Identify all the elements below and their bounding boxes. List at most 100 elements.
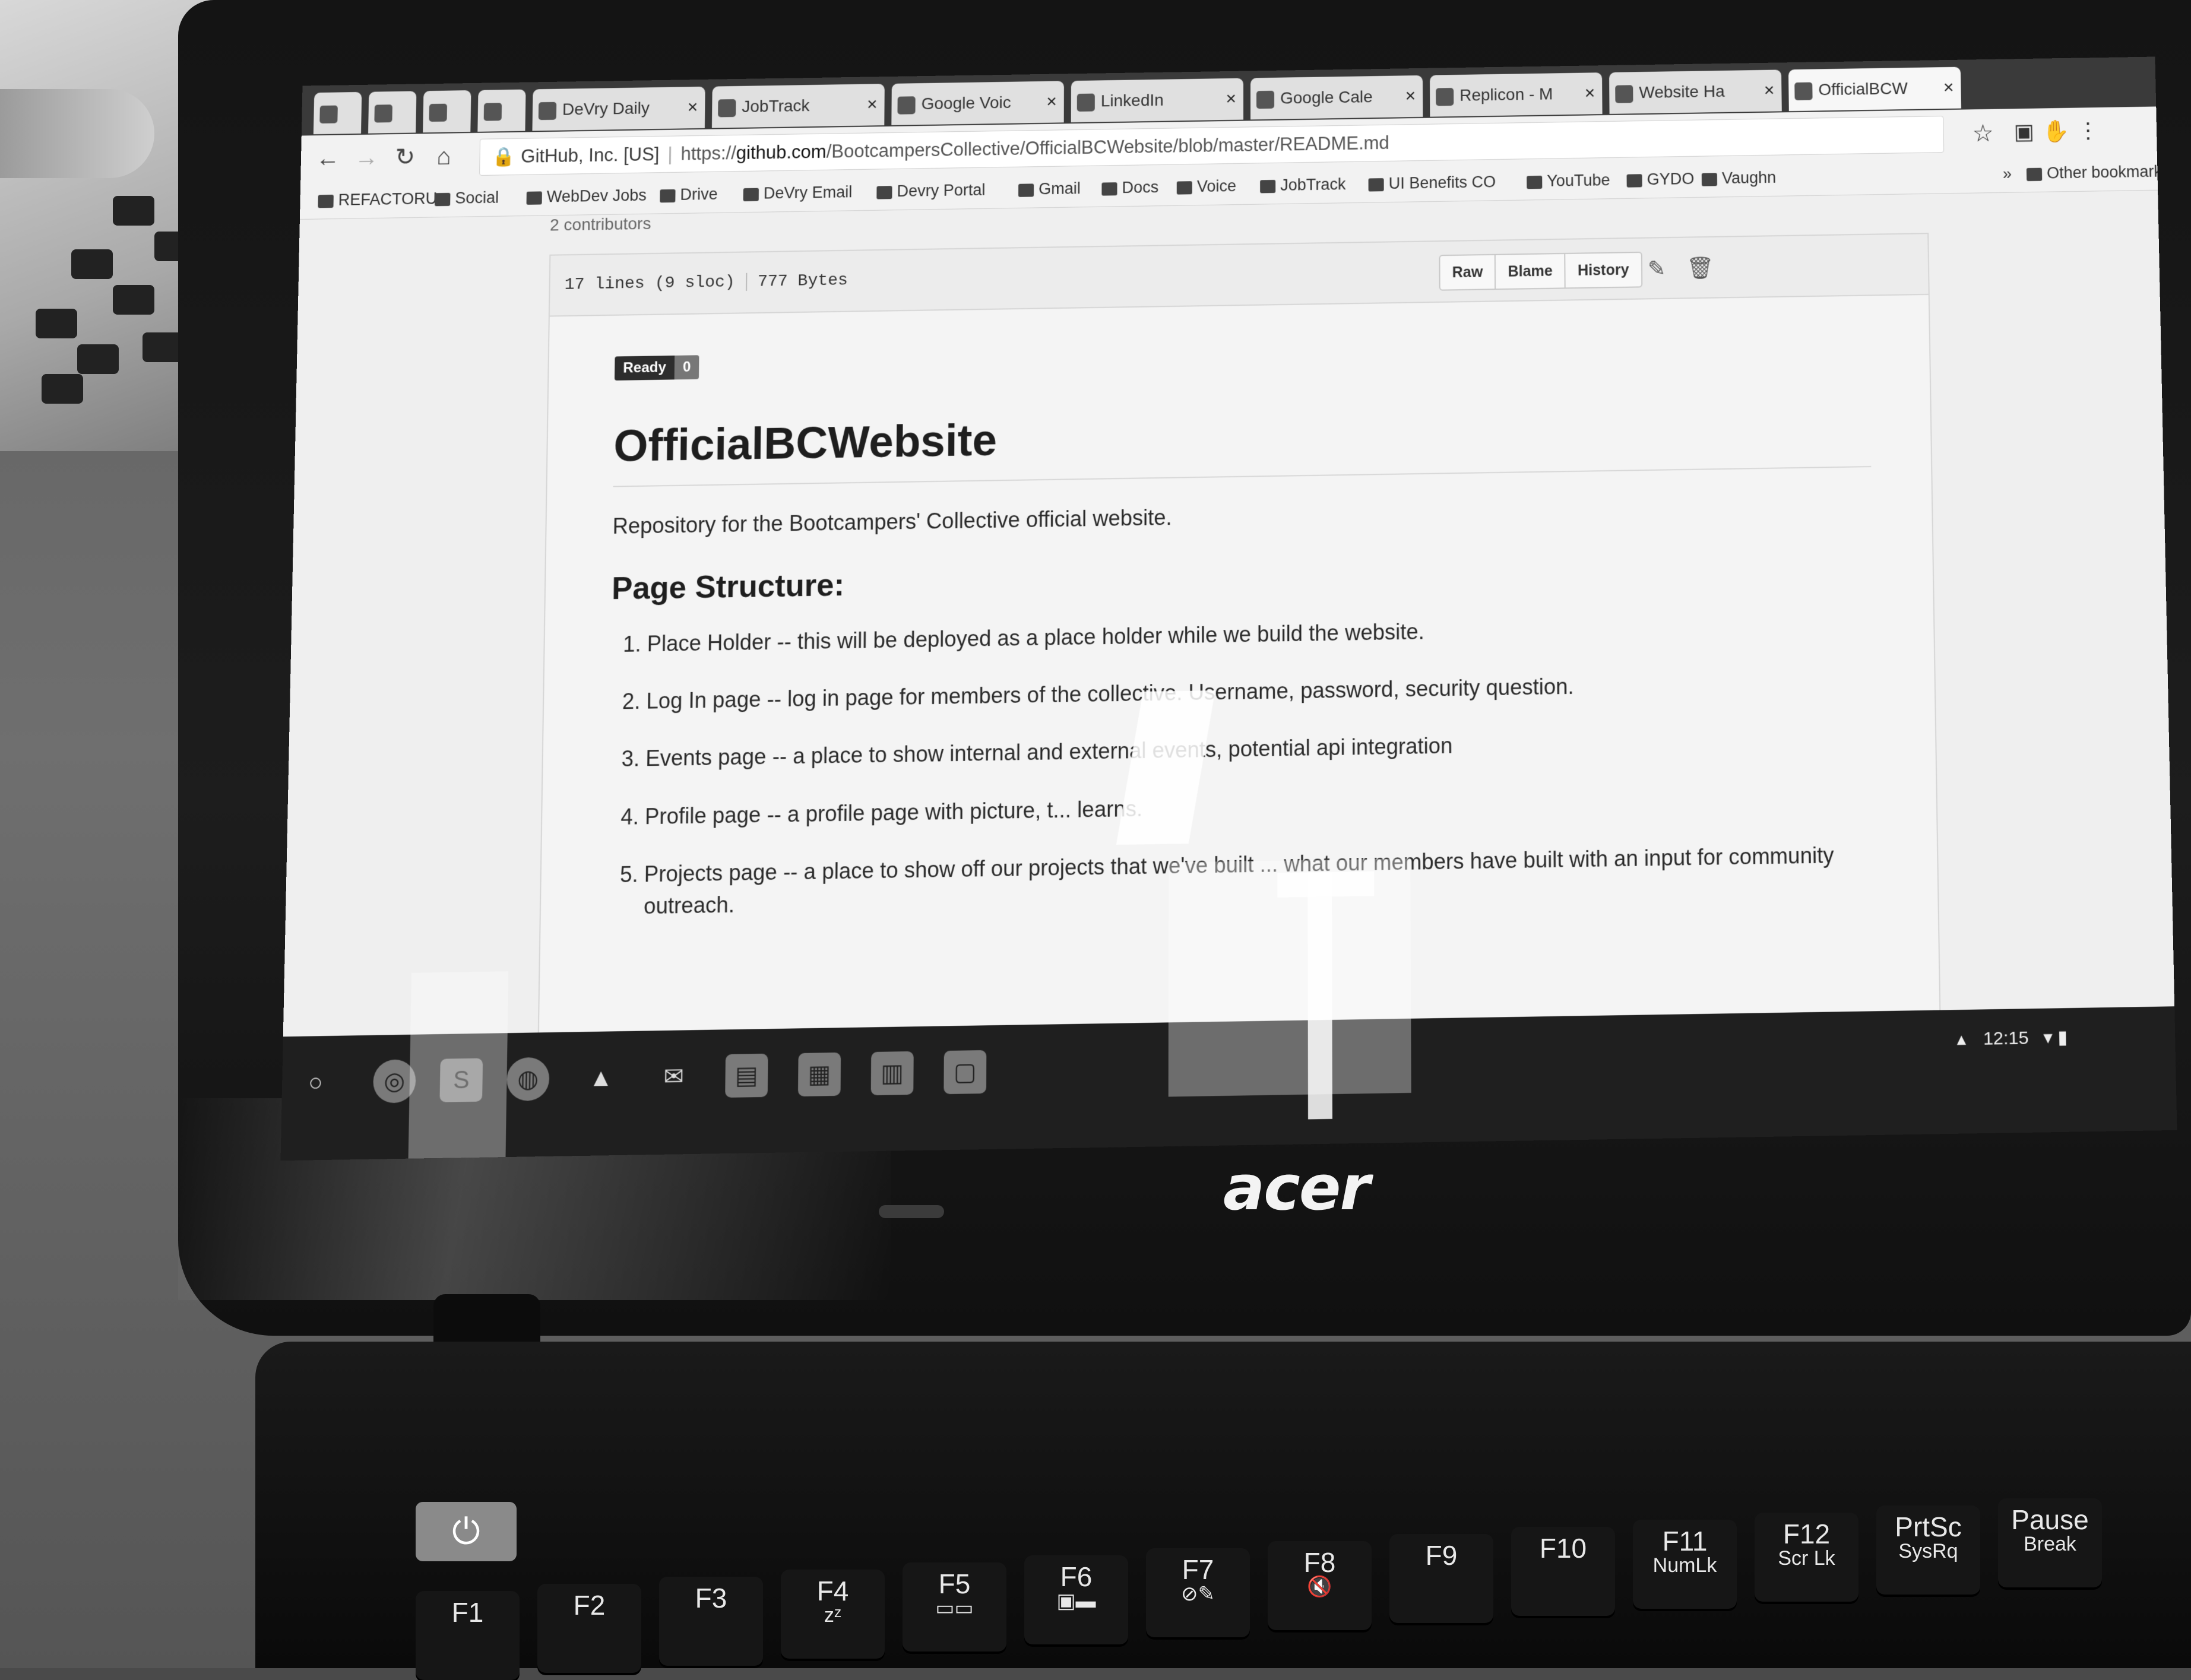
tab[interactable]: OfficialBCW × bbox=[1788, 66, 1962, 112]
tab-label: Google Cale bbox=[1280, 87, 1373, 107]
keyboard-key[interactable]: F6 ▣▬ bbox=[1024, 1555, 1128, 1644]
extension-icons[interactable]: ▣✋⋮ bbox=[2013, 118, 2107, 145]
app-round-icon[interactable]: ◍ bbox=[506, 1057, 550, 1101]
status-badge[interactable]: Ready 0 bbox=[614, 355, 699, 381]
bookmark-icon bbox=[660, 189, 676, 203]
history-button[interactable]: History bbox=[1566, 253, 1641, 287]
status-tray[interactable]: ▴ 12:15 ▾ ▮ bbox=[1956, 1026, 2067, 1050]
tab-close-icon[interactable]: × bbox=[1226, 78, 1236, 120]
tab-pinned[interactable] bbox=[368, 91, 417, 134]
tab-pinned[interactable] bbox=[477, 89, 526, 132]
tab-close-icon[interactable]: × bbox=[687, 87, 698, 128]
forward-icon[interactable]: → bbox=[352, 142, 382, 173]
lock-icon: 🔒 bbox=[492, 145, 515, 167]
keyboard-key[interactable]: F4 zᶻ bbox=[781, 1570, 885, 1659]
bookmark-label: Docs bbox=[1122, 178, 1159, 197]
bookmark-label: WebDev Jobs bbox=[546, 186, 647, 206]
keyboard-key[interactable]: F12 Scr Lk bbox=[1755, 1513, 1858, 1602]
readme-description: Repository for the Bootcampers' Collecti… bbox=[612, 505, 1172, 539]
tab-close-icon[interactable]: × bbox=[1584, 72, 1595, 114]
tab[interactable]: DeVry Daily × bbox=[532, 86, 705, 131]
bookmark-label: Drive bbox=[680, 185, 718, 204]
sheet-app-icon[interactable]: ▦ bbox=[797, 1052, 841, 1097]
other-bookmarks[interactable]: Other bookmarks bbox=[2026, 162, 2158, 183]
keyboard-key[interactable]: Pause Break bbox=[1998, 1498, 2102, 1587]
blame-button[interactable]: Blame bbox=[1496, 253, 1566, 289]
keyboard-key[interactable]: F3 bbox=[659, 1577, 763, 1666]
tab-close-icon[interactable]: × bbox=[1943, 67, 1954, 109]
key-label: F9 bbox=[1425, 1540, 1458, 1571]
bookmarks-overflow-icon[interactable]: » bbox=[2003, 164, 2012, 183]
tab-close-icon[interactable]: × bbox=[867, 84, 878, 125]
key-label: F4 bbox=[816, 1576, 849, 1606]
bookmark-icon bbox=[876, 185, 892, 199]
bookmark-item[interactable]: Vaughn bbox=[1701, 169, 1777, 188]
contributors-text[interactable]: 2 contributors bbox=[550, 214, 651, 235]
bookmark-item[interactable]: Social bbox=[435, 189, 499, 208]
slides-app-icon[interactable]: ▥ bbox=[870, 1051, 914, 1096]
bookmark-item[interactable]: Gmail bbox=[1018, 179, 1081, 199]
list-item: Log In page -- log in page for members o… bbox=[646, 666, 1875, 717]
trash-icon[interactable]: 🗑 bbox=[1686, 255, 1714, 281]
finger bbox=[0, 89, 154, 178]
bookmark-icon bbox=[743, 188, 759, 202]
keyboard-key[interactable]: F2 bbox=[537, 1584, 641, 1673]
key-sublabel: 🔇 bbox=[1307, 1576, 1332, 1599]
files-app-icon[interactable]: ▢ bbox=[943, 1050, 987, 1095]
back-icon[interactable]: ← bbox=[313, 143, 343, 173]
key-label: F10 bbox=[1539, 1533, 1587, 1564]
keyboard-key[interactable]: PrtSc SysRq bbox=[1876, 1505, 1980, 1595]
bookmark-item[interactable]: Docs bbox=[1101, 178, 1158, 198]
tab[interactable]: LinkedIn × bbox=[1071, 78, 1244, 123]
bookmark-star-icon[interactable]: ☆ bbox=[1972, 120, 1994, 148]
bookmark-icon bbox=[1176, 181, 1192, 195]
power-button[interactable]: ⏻ bbox=[416, 1502, 517, 1561]
tab-close-icon[interactable]: × bbox=[1405, 75, 1416, 117]
keyboard-key[interactable]: F5 ▭▭ bbox=[903, 1562, 1006, 1652]
key-sublabel: ▣▬ bbox=[1056, 1590, 1096, 1613]
folder-icon bbox=[2026, 167, 2043, 182]
keyboard-key[interactable]: F10 bbox=[1511, 1527, 1615, 1616]
bookmark-item[interactable]: REFACTORU bbox=[318, 189, 438, 210]
tab[interactable]: Website Ha × bbox=[1609, 69, 1782, 114]
tab-pinned[interactable] bbox=[313, 91, 362, 135]
tab[interactable]: Google Cale × bbox=[1250, 75, 1423, 120]
bookmark-item[interactable]: Voice bbox=[1176, 177, 1236, 196]
tab[interactable]: Google Voic × bbox=[891, 81, 1064, 125]
tab-close-icon[interactable]: × bbox=[1046, 81, 1057, 123]
file-lines: 17 lines (9 sloc) bbox=[564, 273, 735, 295]
bookmark-item[interactable]: Devry Portal bbox=[876, 181, 986, 201]
reload-icon[interactable]: ↻ bbox=[390, 142, 420, 172]
keyboard-key[interactable]: F11 NumLk bbox=[1633, 1520, 1737, 1609]
mail-icon[interactable]: ✉ bbox=[652, 1055, 695, 1099]
tab-pinned[interactable] bbox=[423, 90, 471, 133]
bookmark-item[interactable]: JobTrack bbox=[1260, 175, 1346, 195]
tab-favicon-icon bbox=[1794, 82, 1813, 100]
bookmark-item[interactable]: WebDev Jobs bbox=[526, 186, 647, 207]
tab[interactable]: Replicon - M × bbox=[1430, 72, 1603, 117]
doc-app-icon[interactable]: ▤ bbox=[725, 1053, 768, 1098]
secure-origin-label: GitHub, Inc. [US] bbox=[521, 144, 660, 167]
tab-favicon-icon bbox=[718, 99, 736, 118]
bookmark-item[interactable]: YouTube bbox=[1527, 171, 1610, 191]
left-reflection bbox=[408, 971, 509, 1159]
file-info-divider bbox=[745, 272, 748, 291]
bookmark-item[interactable]: DeVry Email bbox=[743, 183, 853, 203]
key-sublabel: ▭▭ bbox=[935, 1597, 974, 1620]
bookmark-item[interactable]: Drive bbox=[660, 185, 718, 205]
bookmark-item[interactable]: GYDO bbox=[1626, 170, 1695, 189]
tab[interactable]: JobTrack × bbox=[711, 84, 885, 128]
launcher-icon[interactable]: ○ bbox=[294, 1060, 337, 1104]
bookmark-label: DeVry Email bbox=[763, 183, 853, 202]
keyboard-key[interactable]: F8 🔇 bbox=[1268, 1541, 1372, 1630]
omnibox-separator: | bbox=[667, 143, 673, 164]
keyboard-key[interactable]: F9 bbox=[1389, 1534, 1493, 1623]
keyboard-key[interactable]: F7 ⊘✎ bbox=[1146, 1548, 1250, 1637]
home-icon[interactable]: ⌂ bbox=[429, 141, 459, 172]
vlc-icon[interactable]: ▲ bbox=[580, 1056, 623, 1100]
keyboard-key[interactable]: F1 bbox=[416, 1591, 520, 1680]
raw-button[interactable]: Raw bbox=[1440, 255, 1496, 290]
pencil-icon[interactable]: ✎ bbox=[1648, 256, 1666, 281]
bookmark-item[interactable]: UI Benefits CO bbox=[1368, 173, 1496, 193]
tab-close-icon[interactable]: × bbox=[1763, 70, 1775, 112]
